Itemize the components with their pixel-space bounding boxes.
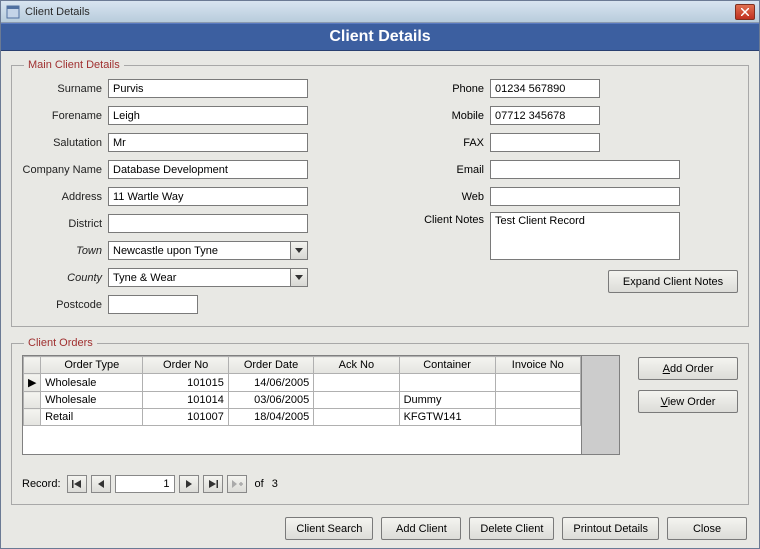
chevron-down-icon[interactable] (290, 241, 308, 260)
col-ack-no[interactable]: Ack No (314, 357, 399, 374)
col-order-type[interactable]: Order Type (41, 357, 143, 374)
town-label: Town (22, 245, 108, 257)
col-container[interactable]: Container (399, 357, 495, 374)
add-client-button[interactable]: Add Client (381, 517, 461, 540)
bottom-button-bar: Client Search Add Client Delete Client P… (11, 513, 749, 540)
nav-first-button[interactable] (67, 475, 87, 493)
postcode-field[interactable] (108, 295, 198, 314)
notes-label: Client Notes (412, 212, 490, 226)
printout-details-button[interactable]: Printout Details (562, 517, 659, 540)
table-row[interactable]: ▶ Wholesale 101015 14/06/2005 (24, 374, 581, 392)
surname-field[interactable] (108, 79, 308, 98)
record-label: Record: (22, 478, 61, 490)
record-position-field[interactable] (115, 475, 175, 493)
window-title: Client Details (25, 6, 735, 18)
orders-group-legend: Client Orders (24, 337, 97, 349)
salutation-field[interactable] (108, 133, 308, 152)
view-order-button[interactable]: View Order (638, 390, 738, 413)
titlebar: Client Details (1, 1, 759, 23)
add-order-button[interactable]: Add Order (638, 357, 738, 380)
close-icon[interactable] (735, 4, 755, 20)
nav-next-button[interactable] (179, 475, 199, 493)
phone-label: Phone (412, 83, 490, 95)
orders-grid[interactable]: Order Type Order No Order Date Ack No Co… (22, 355, 620, 455)
nav-last-button[interactable] (203, 475, 223, 493)
client-details-window: Client Details Client Details Main Clien… (0, 0, 760, 549)
delete-client-button[interactable]: Delete Client (469, 517, 554, 540)
email-field[interactable] (490, 160, 680, 179)
close-button[interactable]: Close (667, 517, 747, 540)
grid-header-row: Order Type Order No Order Date Ack No Co… (24, 357, 581, 374)
client-orders-group: Client Orders Order Type (11, 337, 749, 505)
client-notes-field[interactable] (490, 212, 680, 260)
town-field[interactable] (108, 241, 290, 260)
expand-notes-button[interactable]: Expand Client Notes (608, 270, 738, 293)
company-label: Company Name (22, 164, 108, 176)
of-label: of (255, 478, 264, 490)
address-label: Address (22, 191, 108, 203)
district-field[interactable] (108, 214, 308, 233)
phone-field[interactable] (490, 79, 600, 98)
town-combo[interactable] (108, 241, 308, 260)
web-field[interactable] (490, 187, 680, 206)
banner-title: Client Details (1, 23, 759, 51)
client-search-button[interactable]: Client Search (285, 517, 373, 540)
forename-label: Forename (22, 110, 108, 122)
fax-label: FAX (412, 137, 490, 149)
surname-label: Surname (22, 83, 108, 95)
table-row[interactable]: Wholesale 101014 03/06/2005 Dummy (24, 392, 581, 409)
col-order-date[interactable]: Order Date (228, 357, 313, 374)
grid-deadspace (581, 356, 619, 454)
forename-field[interactable] (108, 106, 308, 125)
district-label: District (22, 218, 108, 230)
main-group-legend: Main Client Details (24, 59, 124, 71)
record-navigator: Record: of 3 (22, 475, 620, 493)
county-label: County (22, 272, 108, 284)
county-field[interactable] (108, 268, 290, 287)
form-icon (5, 4, 21, 20)
email-label: Email (412, 164, 490, 176)
salutation-label: Salutation (22, 137, 108, 149)
nav-prev-button[interactable] (91, 475, 111, 493)
col-invoice-no[interactable]: Invoice No (495, 357, 580, 374)
fax-field[interactable] (490, 133, 600, 152)
address-field[interactable] (108, 187, 308, 206)
col-order-no[interactable]: Order No (143, 357, 228, 374)
county-combo[interactable] (108, 268, 308, 287)
company-field[interactable] (108, 160, 308, 179)
web-label: Web (412, 191, 490, 203)
nav-new-button[interactable] (227, 475, 247, 493)
postcode-label: Postcode (22, 299, 108, 311)
record-total: 3 (272, 478, 278, 490)
row-selector-header (24, 357, 41, 374)
mobile-label: Mobile (412, 110, 490, 122)
chevron-down-icon[interactable] (290, 268, 308, 287)
main-client-details-group: Main Client Details Surname Forename Sal… (11, 59, 749, 327)
table-row[interactable]: Retail 101007 18/04/2005 KFGTW141 (24, 409, 581, 426)
current-row-indicator-icon: ▶ (24, 374, 41, 392)
mobile-field[interactable] (490, 106, 600, 125)
